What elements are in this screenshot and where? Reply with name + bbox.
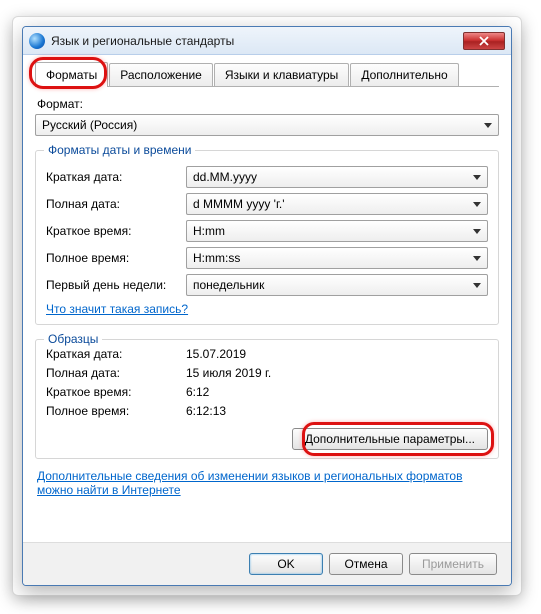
tab-formats[interactable]: Форматы	[35, 62, 108, 87]
format-dropdown[interactable]: Русский (Россия)	[35, 114, 499, 136]
tab-label: Расположение	[120, 68, 202, 82]
group-legend: Образцы	[44, 332, 102, 346]
button-label: Дополнительные параметры...	[305, 432, 475, 446]
online-help-link[interactable]: Дополнительные сведения об изменении язы…	[37, 469, 462, 497]
chevron-down-icon	[473, 256, 481, 261]
content-area: Форматы Расположение Языки и клавиатуры …	[23, 55, 511, 547]
window-title: Язык и региональные стандарты	[51, 34, 463, 48]
long-date-dropdown[interactable]: d MMMM yyyy 'г.'	[186, 193, 488, 215]
dropdown-value: H:mm	[193, 224, 225, 238]
dropdown-value: H:mm:ss	[193, 251, 240, 265]
tab-advanced[interactable]: Дополнительно	[350, 63, 458, 86]
cancel-button[interactable]: Отмена	[329, 553, 403, 575]
long-date-label: Полная дата:	[46, 197, 186, 211]
dialog-footer: OK Отмена Применить	[23, 542, 511, 585]
short-time-label: Краткое время:	[46, 224, 186, 238]
tab-label: Форматы	[46, 68, 97, 82]
format-value: Русский (Россия)	[42, 118, 137, 132]
sample-long-time-label: Полное время:	[46, 404, 186, 418]
tab-keyboards[interactable]: Языки и клавиатуры	[214, 63, 349, 86]
short-time-dropdown[interactable]: H:mm	[186, 220, 488, 242]
advanced-settings-button[interactable]: Дополнительные параметры...	[292, 428, 488, 450]
dropdown-value: dd.MM.yyyy	[193, 170, 257, 184]
titlebar: Язык и региональные стандарты	[23, 27, 511, 55]
tab-label: Языки и клавиатуры	[225, 68, 338, 82]
short-date-label: Краткая дата:	[46, 170, 186, 184]
tabstrip: Форматы Расположение Языки и клавиатуры …	[35, 63, 499, 87]
sample-short-date-value: 15.07.2019	[186, 347, 246, 361]
chevron-down-icon	[473, 202, 481, 207]
close-icon	[479, 36, 489, 46]
tab-label: Дополнительно	[361, 68, 447, 82]
button-label: OK	[277, 557, 294, 571]
long-time-label: Полное время:	[46, 251, 186, 265]
globe-icon	[29, 33, 45, 49]
sample-short-date-label: Краткая дата:	[46, 347, 186, 361]
button-label: Применить	[422, 557, 484, 571]
region-dialog: Язык и региональные стандарты Форматы Ра…	[22, 26, 512, 586]
chevron-down-icon	[473, 283, 481, 288]
button-label: Отмена	[344, 557, 387, 571]
sample-short-time-label: Краткое время:	[46, 385, 186, 399]
chevron-down-icon	[473, 229, 481, 234]
what-means-link[interactable]: Что значит такая запись?	[46, 302, 188, 316]
sample-long-date-value: 15 июля 2019 г.	[186, 366, 271, 380]
first-day-label: Первый день недели:	[46, 278, 186, 292]
first-day-dropdown[interactable]: понедельник	[186, 274, 488, 296]
apply-button[interactable]: Применить	[409, 553, 497, 575]
sample-short-time-value: 6:12	[186, 385, 209, 399]
close-button[interactable]	[463, 32, 505, 50]
dropdown-value: d MMMM yyyy 'г.'	[193, 197, 285, 211]
ok-button[interactable]: OK	[249, 553, 323, 575]
datetime-formats-group: Форматы даты и времени Краткая дата: dd.…	[35, 150, 499, 325]
tab-location[interactable]: Расположение	[109, 63, 213, 86]
chevron-down-icon	[473, 175, 481, 180]
dropdown-value: понедельник	[193, 278, 264, 292]
sample-long-date-label: Полная дата:	[46, 366, 186, 380]
samples-group: Образцы Краткая дата:15.07.2019 Полная д…	[35, 339, 499, 459]
long-time-dropdown[interactable]: H:mm:ss	[186, 247, 488, 269]
chevron-down-icon	[484, 123, 492, 128]
sample-long-time-value: 6:12:13	[186, 404, 226, 418]
group-legend: Форматы даты и времени	[44, 143, 195, 157]
format-label: Формат:	[37, 97, 499, 111]
short-date-dropdown[interactable]: dd.MM.yyyy	[186, 166, 488, 188]
